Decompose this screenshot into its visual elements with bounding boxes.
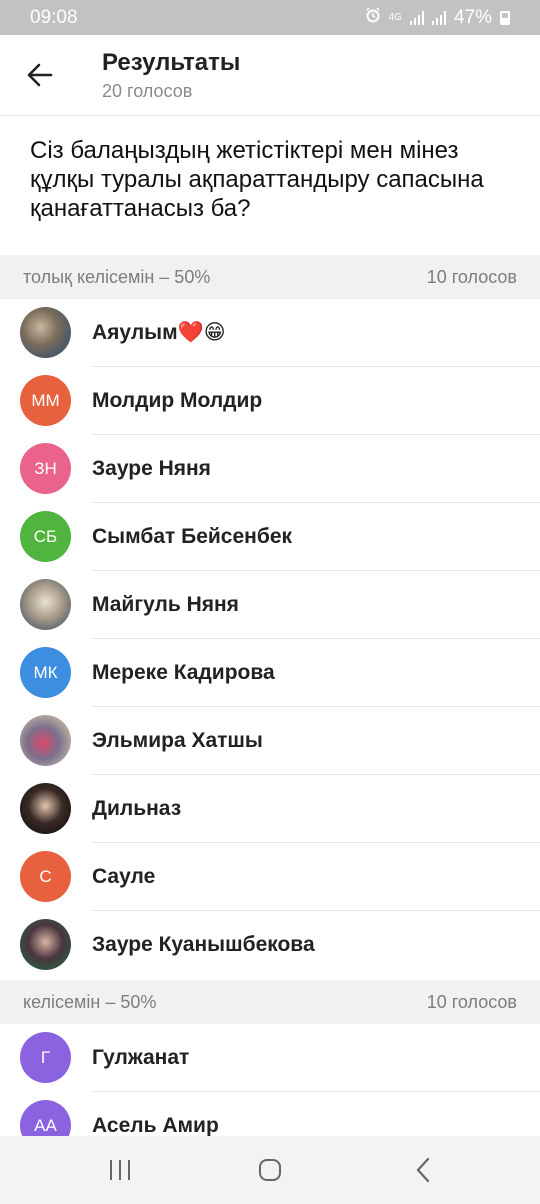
signal-icon-2 (431, 10, 446, 25)
voter-name: Дильназ (92, 797, 182, 820)
voter-row[interactable]: МК Мереке Кадирова (0, 639, 540, 707)
avatar: ЗН (20, 443, 71, 494)
voter-row[interactable]: СБ Сымбат Бейсенбек (0, 503, 540, 571)
status-bar: 09:08 4G 47% (0, 0, 540, 35)
nav-back-button[interactable] (393, 1150, 453, 1190)
arrow-left-icon (27, 63, 53, 87)
section-header-option-2: келісемін – 50% 10 голосов (0, 980, 540, 1024)
voter-name: Сымбат Бейсенбек (92, 525, 293, 548)
option-votes: 10 голосов (426, 991, 517, 1012)
avatar: Г (20, 1032, 71, 1083)
vote-count: 20 голосов (102, 81, 193, 101)
alarm-icon (365, 6, 381, 29)
avatar: С (20, 851, 71, 902)
signal-icon (409, 10, 424, 25)
option-votes: 10 голосов (426, 266, 517, 287)
avatar (20, 783, 71, 834)
section-header-option-1: толық келісемін – 50% 10 голосов (0, 255, 540, 299)
voter-row[interactable]: Зауре Куанышбекова (0, 911, 540, 979)
voter-name: Мереке Кадирова (92, 661, 275, 684)
voter-name: Эльмира Хатшы (92, 729, 263, 752)
voter-name: Аяулым❤️😁 (92, 321, 226, 344)
voter-row[interactable]: Эльмира Хатшы (0, 707, 540, 775)
network-type: 4G (388, 11, 402, 23)
voter-name: Гулжанат (92, 1046, 190, 1069)
recent-apps-icon (110, 1160, 130, 1180)
poll-question: Сіз балаңыздың жетістіктері мен мінез құ… (30, 137, 484, 222)
voter-row[interactable]: С Сауле (0, 843, 540, 911)
avatar (20, 919, 71, 970)
avatar (20, 307, 71, 358)
voter-row[interactable]: Аяулым❤️😁 (0, 299, 540, 367)
back-button[interactable] (18, 53, 62, 97)
voter-name: Майгуль Няня (92, 593, 239, 616)
avatar (20, 715, 71, 766)
status-time: 09:08 (30, 6, 78, 28)
option-label: келісемін – 50% (23, 991, 157, 1012)
voter-row[interactable]: Г Гулжанат (0, 1024, 540, 1092)
avatar: МК (20, 647, 71, 698)
battery-icon (500, 10, 510, 25)
voter-row[interactable]: Майгуль Няня (0, 571, 540, 639)
home-button[interactable] (240, 1150, 300, 1190)
voter-name: Зауре Няня (92, 457, 211, 480)
avatar: ММ (20, 375, 71, 426)
voter-name: Сауле (92, 865, 156, 888)
status-icons: 4G 47% (365, 7, 510, 29)
battery-percent: 47% (453, 6, 492, 28)
voter-name: Молдир Молдир (92, 389, 263, 412)
option-label: толық келісемін – 50% (23, 266, 211, 287)
voter-name: Зауре Куанышбекова (92, 933, 315, 956)
page-title: Результаты (102, 49, 241, 76)
home-icon (259, 1159, 281, 1181)
voter-row[interactable]: ЗН Зауре Няня (0, 435, 540, 503)
header: Результаты 20 голосов (0, 35, 540, 116)
avatar: СБ (20, 511, 71, 562)
recent-apps-button[interactable] (90, 1150, 150, 1190)
voter-row[interactable]: ММ Молдир Молдир (0, 367, 540, 435)
voter-row[interactable]: Дильназ (0, 775, 540, 843)
avatar (20, 579, 71, 630)
chevron-left-icon (416, 1157, 430, 1183)
system-nav-bar (0, 1136, 540, 1204)
